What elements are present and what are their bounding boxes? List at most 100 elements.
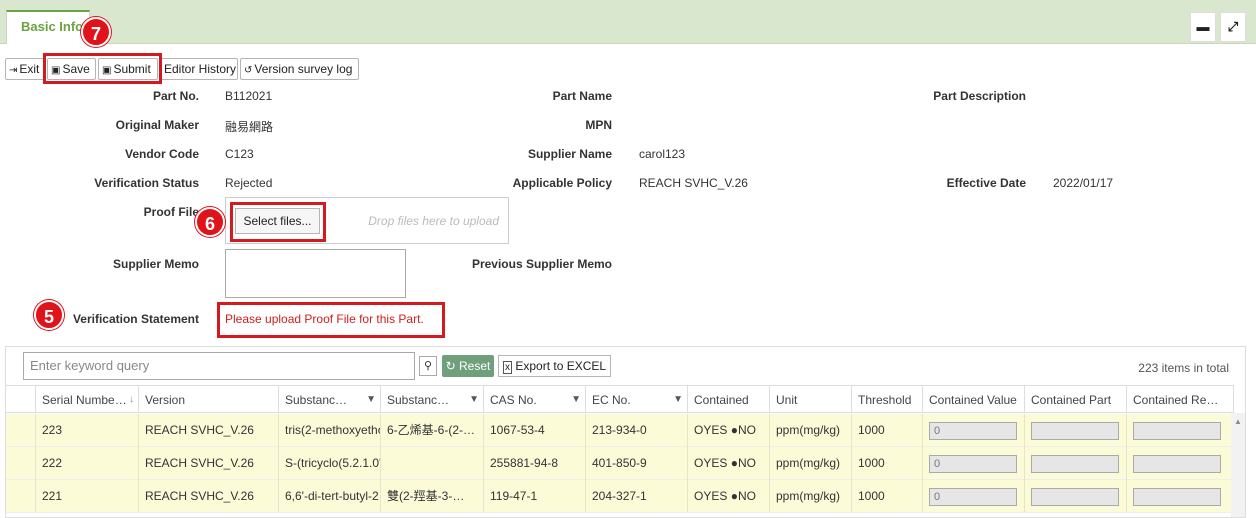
cell-version: REACH SVHC_V.26 [139, 414, 279, 447]
cell-contained-reason [1127, 447, 1234, 480]
filter-icon[interactable]: ▼ [571, 386, 581, 412]
highlight-save-submit [43, 53, 162, 84]
version-survey-log-label: Version survey log [254, 62, 353, 76]
supplier-name-label: Supplier Name [527, 147, 612, 161]
filter-icon[interactable]: ▼ [469, 386, 479, 412]
cell-contained: OYES ●NO [688, 447, 770, 480]
contained-reason-input[interactable] [1133, 455, 1221, 473]
col-header-contained[interactable]: Contained [688, 385, 770, 413]
tab-basic-info[interactable]: Basic Info [6, 10, 90, 44]
contained-reason-input[interactable] [1133, 422, 1221, 440]
cell-threshold: 1000 [852, 414, 923, 447]
col-header-ec[interactable]: EC No. ▼ [586, 385, 688, 413]
editor-history-button[interactable]: Editor History [160, 58, 238, 80]
excel-icon: x [503, 361, 512, 374]
contained-part-input[interactable] [1031, 422, 1119, 440]
cell-contained-value: 0 [923, 480, 1025, 513]
exit-icon: ⇥ [9, 65, 18, 76]
applicable-policy-value: REACH SVHC_V.26 [639, 176, 748, 190]
radio-yes[interactable]: OYES [694, 456, 727, 470]
effective-date-value: 2022/01/17 [1053, 176, 1114, 190]
col-header-substance-en[interactable]: Substanc… ▼ [279, 385, 381, 413]
radio-yes[interactable]: OYES [694, 489, 727, 503]
cell-version: REACH SVHC_V.26 [139, 480, 279, 513]
col-header-contained-value[interactable]: Contained Value [923, 385, 1025, 413]
table-row[interactable]: 223 REACH SVHC_V.26 tris(2-methoxyetho 6… [6, 414, 1234, 447]
contained-value-input[interactable]: 0 [929, 455, 1017, 473]
cell-substance-en: tris(2-methoxyetho [279, 414, 381, 447]
col-header-serial-label: Serial Numbe… [42, 393, 127, 407]
row-selector[interactable] [6, 414, 36, 447]
search-input[interactable]: Enter keyword query [23, 352, 415, 380]
expand-button[interactable]: ⤢ [1220, 12, 1246, 42]
radio-yes[interactable]: OYES [694, 423, 727, 437]
cell-threshold: 1000 [852, 480, 923, 513]
col-header-threshold[interactable]: Threshold [852, 385, 923, 413]
table-row[interactable]: 221 REACH SVHC_V.26 6,6'-di-tert-butyl-2… [6, 480, 1234, 513]
exit-button[interactable]: ⇥ Exit [5, 58, 45, 80]
reset-icon: ↻ [445, 359, 456, 373]
supplier-name-value: carol123 [639, 147, 686, 161]
cell-contained-value: 0 [923, 414, 1025, 447]
cell-substance-en: S-(tricyclo(5.2.1.0' [279, 447, 381, 480]
original-maker-label: Original Maker [115, 118, 199, 132]
col-header-cas[interactable]: CAS No. ▼ [484, 385, 586, 413]
part-no-value: B112021 [225, 89, 273, 103]
reset-button[interactable]: ↻ Reset [442, 355, 494, 377]
row-selector[interactable] [6, 447, 36, 480]
radio-no[interactable]: ●NO [731, 423, 756, 437]
scroll-up-icon[interactable]: ▲ [1231, 417, 1245, 426]
col-header-serial[interactable]: Serial Numbe… ↓ [36, 385, 139, 413]
cell-serial: 223 [36, 414, 139, 447]
cell-ec: 401-850-9 [586, 447, 688, 480]
cell-serial: 222 [36, 447, 139, 480]
applicable-policy-label: Applicable Policy [512, 176, 612, 190]
verification-status-label: Verification Status [94, 176, 199, 190]
col-header-selector [6, 385, 36, 413]
cell-substance-zh: 雙(2-羥基-3-… [381, 480, 484, 513]
cell-cas: 119-47-1 [484, 480, 586, 513]
cell-contained-part [1025, 447, 1127, 480]
search-icon[interactable]: ⚲ [419, 356, 437, 376]
cell-contained-part [1025, 480, 1127, 513]
cell-contained: OYES ●NO [688, 480, 770, 513]
contained-reason-input[interactable] [1133, 488, 1221, 506]
col-header-version[interactable]: Version [139, 385, 279, 413]
cell-unit: ppm(mg/kg) [770, 414, 852, 447]
col-header-contained-reason[interactable]: Contained Re… [1127, 385, 1234, 413]
contained-part-input[interactable] [1031, 455, 1119, 473]
filter-icon[interactable]: ▼ [673, 386, 683, 412]
radio-no[interactable]: ●NO [731, 456, 756, 470]
row-selector[interactable] [6, 480, 36, 513]
col-header-substance-zh[interactable]: Substanc… ▼ [381, 385, 484, 413]
cell-threshold: 1000 [852, 447, 923, 480]
contained-value-input[interactable]: 0 [929, 488, 1017, 506]
table-row[interactable]: 222 REACH SVHC_V.26 S-(tricyclo(5.2.1.0'… [6, 447, 1234, 480]
filter-icon[interactable]: ▼ [366, 386, 376, 412]
vendor-code-value: C123 [225, 147, 254, 161]
vertical-scrollbar[interactable]: ▲ [1231, 413, 1245, 517]
radio-no[interactable]: ●NO [731, 489, 756, 503]
vendor-code-label: Vendor Code [124, 147, 199, 161]
minimize-button[interactable]: ▬ [1190, 12, 1216, 42]
contained-value-input[interactable]: 0 [929, 422, 1017, 440]
cell-substance-en: 6,6'-di-tert-butyl-2 [279, 480, 381, 513]
history-icon: ↺ [244, 65, 253, 76]
col-header-contained-part[interactable]: Contained Part [1025, 385, 1127, 413]
supplier-memo-label: Supplier Memo [112, 257, 199, 271]
cell-contained: OYES ●NO [688, 414, 770, 447]
cell-unit: ppm(mg/kg) [770, 480, 852, 513]
col-header-unit[interactable]: Unit [770, 385, 852, 413]
mpn-label: MPN [585, 118, 612, 132]
col-header-substance-zh-label: Substanc… [387, 393, 450, 407]
contained-part-input[interactable] [1031, 488, 1119, 506]
col-header-cas-label: CAS No. [490, 393, 537, 407]
part-name-label: Part Name [552, 89, 612, 103]
export-label: Export to EXCEL [515, 359, 607, 373]
export-excel-button[interactable]: x Export to EXCEL [498, 355, 612, 377]
version-survey-log-button[interactable]: ↺ Version survey log [240, 58, 359, 80]
verification-statement-label: Verification Statement [72, 312, 199, 326]
supplier-memo-textarea[interactable] [225, 249, 406, 298]
cell-version: REACH SVHC_V.26 [139, 447, 279, 480]
part-no-label: Part No. [152, 89, 199, 103]
